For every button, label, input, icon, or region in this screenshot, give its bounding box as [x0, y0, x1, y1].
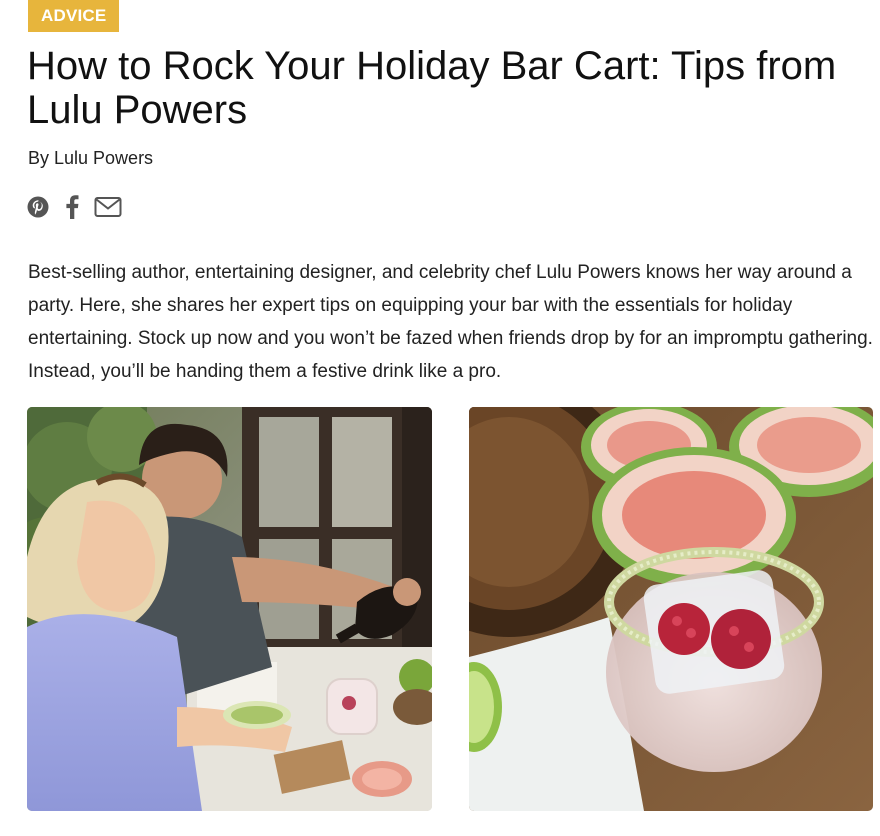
photo-couple-pouring-drinks: [27, 407, 432, 811]
email-icon[interactable]: [94, 196, 122, 218]
article-intro: Best-selling author, entertaining design…: [28, 262, 873, 382]
category-badge[interactable]: ADVICE: [28, 0, 120, 32]
pinterest-icon[interactable]: [26, 195, 50, 219]
photo-raspberry-cocktail: [469, 407, 873, 811]
author-byline[interactable]: By Lulu Powers: [28, 146, 153, 170]
share-bar: [26, 194, 122, 220]
article-title: How to Rock Your Holiday Bar Cart: Tips …: [27, 44, 837, 132]
facebook-icon[interactable]: [64, 195, 80, 219]
